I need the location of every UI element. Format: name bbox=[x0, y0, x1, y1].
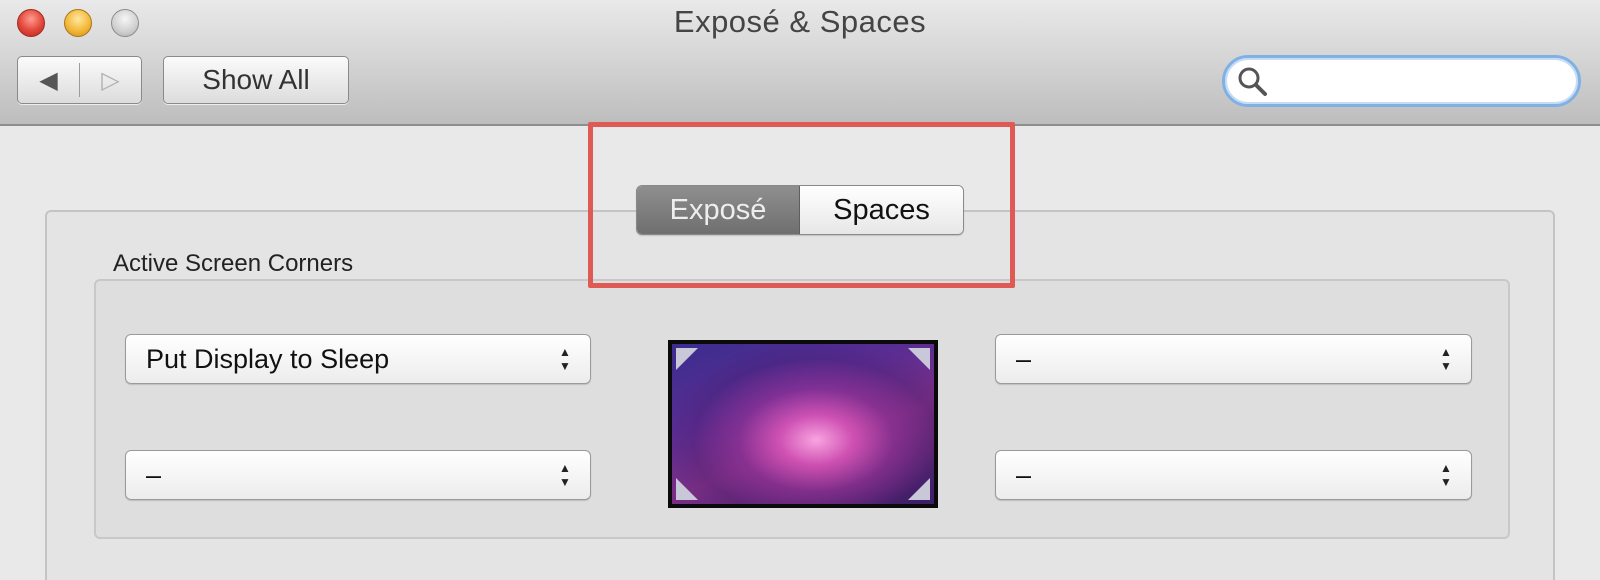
popup-value: Put Display to Sleep bbox=[146, 343, 390, 374]
back-arrow-icon[interactable]: ◀ bbox=[18, 57, 79, 103]
popup-value: – bbox=[1016, 343, 1032, 374]
popup-value: – bbox=[1016, 459, 1032, 490]
search-field[interactable] bbox=[1222, 55, 1586, 107]
corner-marker-bottom-right bbox=[908, 478, 930, 500]
back-forward-control: ◀ ▷ bbox=[17, 56, 142, 104]
bottom-right-corner-popup[interactable]: – ▲ ▼ bbox=[995, 450, 1472, 500]
forward-arrow-icon[interactable]: ▷ bbox=[80, 57, 141, 103]
popup-value: – bbox=[146, 459, 162, 490]
corner-marker-top-left bbox=[676, 348, 698, 370]
top-right-corner-popup[interactable]: – ▲ ▼ bbox=[995, 334, 1472, 384]
updown-arrows-icon: ▲ ▼ bbox=[559, 345, 571, 373]
highlight-annotation-box bbox=[588, 122, 1015, 288]
toolbar: Exposé & Spaces ◀ ▷ Show All bbox=[0, 0, 1600, 126]
magnifier-icon bbox=[1235, 64, 1269, 98]
search-input[interactable] bbox=[1276, 61, 1586, 101]
desktop-wallpaper-preview bbox=[672, 344, 934, 504]
window-title: Exposé & Spaces bbox=[673, 4, 927, 39]
active-screen-corners-label: Active Screen Corners bbox=[113, 250, 354, 277]
updown-arrows-icon: ▲ ▼ bbox=[1440, 461, 1452, 489]
top-left-corner-popup[interactable]: Put Display to Sleep ▲ ▼ bbox=[125, 334, 591, 384]
updown-arrows-icon: ▲ ▼ bbox=[559, 461, 571, 489]
bottom-left-corner-popup[interactable]: – ▲ ▼ bbox=[125, 450, 591, 500]
screen-corners-preview bbox=[668, 340, 938, 508]
corner-marker-bottom-left bbox=[676, 478, 698, 500]
updown-arrows-icon: ▲ ▼ bbox=[1440, 345, 1452, 373]
corner-marker-top-right bbox=[908, 348, 930, 370]
show-all-button[interactable]: Show All bbox=[163, 56, 349, 104]
